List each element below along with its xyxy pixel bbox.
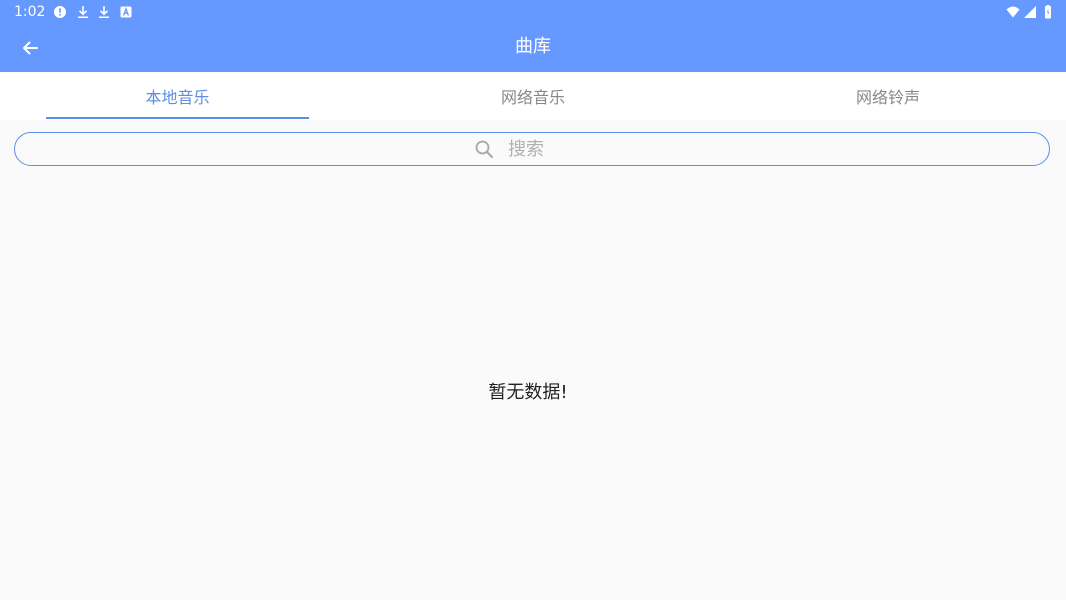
battery-icon xyxy=(1041,5,1055,19)
download-icon xyxy=(76,5,90,19)
status-time: 1:02 xyxy=(14,4,46,20)
tab-bar: 本地音乐 网络音乐 网络铃声 xyxy=(0,72,1066,120)
download-icon xyxy=(97,5,111,19)
signal-icon xyxy=(1023,5,1037,19)
tab-indicator xyxy=(46,117,309,119)
a-box-icon xyxy=(119,5,133,19)
empty-state-message: 暂无数据! xyxy=(488,382,568,403)
toolbar: 曲库 xyxy=(0,24,1066,72)
tab-label: 网络铃声 xyxy=(855,88,920,107)
top-app-bar: 1:02 曲库 xyxy=(0,0,1066,72)
wifi-icon xyxy=(1006,5,1020,19)
alert-circle-icon xyxy=(53,5,67,19)
tab-local-music[interactable]: 本地音乐 xyxy=(46,72,309,120)
search-input[interactable] xyxy=(506,137,570,161)
search-box[interactable] xyxy=(14,132,1050,166)
app-root: 1:02 曲库 本地音乐 网络音乐 网络铃声 搜索 暂无数据! xyxy=(0,0,1066,600)
tab-label: 网络音乐 xyxy=(500,88,565,107)
status-bar: 1:02 xyxy=(0,0,1066,24)
tab-online-ringtones[interactable]: 网络铃声 xyxy=(755,72,1021,120)
tab-online-music[interactable]: 网络音乐 xyxy=(400,72,666,120)
tab-label: 本地音乐 xyxy=(145,88,210,107)
page-title: 曲库 xyxy=(515,36,551,57)
search-icon xyxy=(474,139,494,159)
